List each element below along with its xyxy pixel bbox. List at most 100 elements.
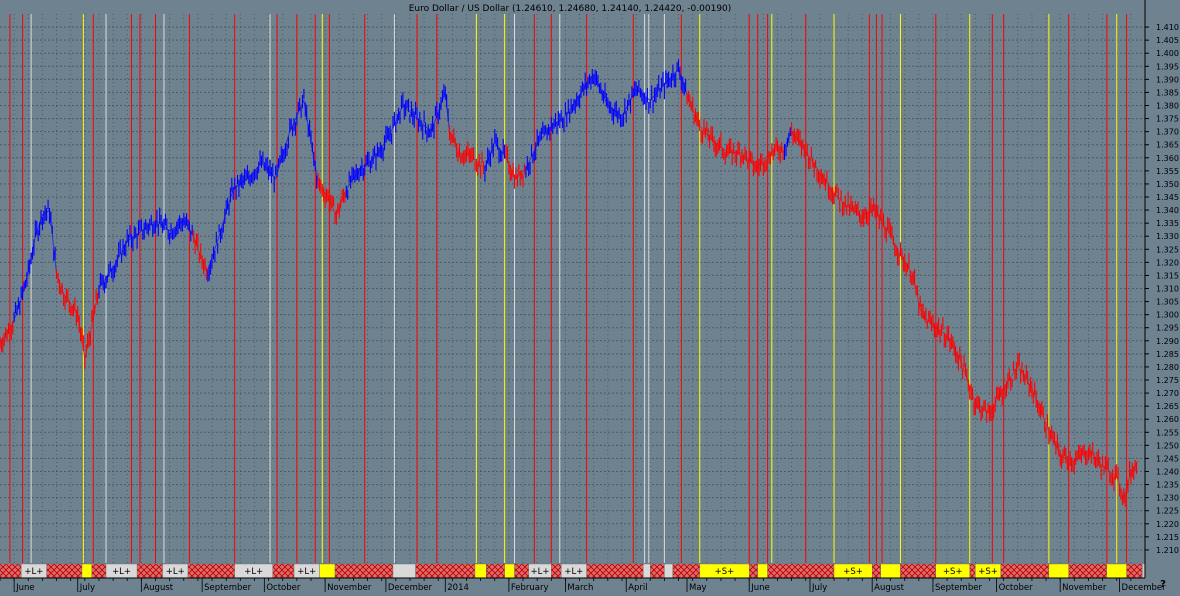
signal-label: +L+ [244,567,263,577]
x-tick-label: April [628,583,647,592]
y-tick-label: 1.395 [1156,62,1179,71]
y-tick-label: 1.305 [1156,298,1179,307]
signal-segment [392,563,416,579]
price-bars [686,90,784,177]
signal-segment [1068,563,1108,579]
price-line [207,98,319,271]
x-tick-label: November [1062,583,1107,592]
grid-lines [0,14,1145,563]
signal-label: +L+ [112,567,131,577]
y-tick-label: 1.390 [1156,75,1179,84]
signal-segment [81,563,93,579]
signal-label: +L+ [166,567,185,577]
x-tick-label: September [204,583,251,592]
y-tick-label: 1.410 [1156,23,1179,32]
signal-segment [871,563,881,579]
price-bars [207,88,318,282]
signal-segment [664,563,674,579]
y-tick-label: 1.245 [1156,454,1179,463]
price-line [449,131,486,169]
signal-bar: +L+ +L+ +L+ +L+ +L+ +L+ +L+ +S+ +S+ +S+ +S+ [0,563,1145,579]
y-tick-label: 1.330 [1156,232,1179,241]
y-tick-label: 1.340 [1156,206,1179,215]
signal-segment [969,563,976,579]
signal-segment [672,563,700,579]
signal-segment [650,563,665,579]
signal-segment [748,563,758,579]
x-tick-label: July [811,583,827,592]
x-tick-label: August [143,583,173,592]
x-tick-label: October [999,583,1034,592]
y-tick-label: 1.335 [1156,219,1179,228]
signal-segment [91,563,107,579]
signal-segment [474,563,487,579]
signal-segment [504,563,515,579]
signal-label: +S+ [843,567,863,577]
y-tick-label: 1.375 [1156,115,1179,124]
y-tick-label: 1.385 [1156,88,1179,97]
signal-segment [514,563,529,579]
price-bars [484,129,506,182]
price-bars [13,199,56,322]
signal-segment [1126,563,1143,579]
y-tick-label: 1.310 [1156,285,1179,294]
x-tick-label: September [935,583,982,592]
price-bars [98,207,193,299]
price-bars [345,84,449,200]
x-tick-label: June [750,583,770,592]
corner-mark: ? [1160,579,1166,590]
y-tick-label: 1.235 [1156,481,1179,490]
signal-label: +S+ [978,567,998,577]
x-tick-label: May [689,583,707,592]
y-tick-label: 1.380 [1156,102,1179,111]
signal-label: +S+ [943,567,963,577]
x-axis: June July August September October November De… [0,577,1166,593]
y-tick-label: 1.220 [1156,520,1179,529]
signal-label: +L+ [564,567,583,577]
price-chart: +L+ +L+ +L+ +L+ +L+ +L+ +L+ +S+ +S+ +S+ +S+ June Ju… [0,0,1179,593]
y-tick-label: 1.250 [1156,441,1179,450]
price-line [56,272,100,360]
x-tick-label: August [874,583,904,592]
y-tick-label: 1.285 [1156,350,1179,359]
y-tick-label: 1.300 [1156,311,1179,320]
x-tick-label: November [327,583,372,592]
x-tick-label: 2014 [447,583,469,592]
chart-title: Euro Dollar / US Dollar (1.24610, 1.2468… [409,4,732,14]
signal-segment [187,563,235,579]
y-tick-label: 1.360 [1156,154,1179,163]
signal-segment [551,563,562,579]
signal-segment [642,563,651,579]
signal-segment [415,563,476,579]
y-tick-label: 1.320 [1156,258,1179,267]
signal-segment [586,563,644,579]
y-tick-label: 1.355 [1156,167,1179,176]
y-tick-label: 1.225 [1156,507,1179,516]
signal-label: +L+ [297,567,316,577]
y-axis: 1.210 1.215 1.220 1.225 1.230 1.235 1.240 1.245… [1144,0,1179,578]
y-tick-label: 1.400 [1156,49,1179,58]
x-tick-label: October [266,583,301,592]
price-series [0,59,1139,507]
y-tick-label: 1.350 [1156,180,1179,189]
signal-segment [1048,563,1069,579]
y-tick-label: 1.230 [1156,494,1179,503]
signal-segment [0,563,22,579]
y-tick-label: 1.295 [1156,324,1179,333]
y-tick-label: 1.240 [1156,468,1179,477]
signal-segment [334,563,394,579]
signal-segment [757,563,768,579]
y-tick-label: 1.370 [1156,128,1179,137]
x-tick-label: July [79,583,95,592]
y-tick-label: 1.260 [1156,415,1179,424]
y-tick-label: 1.265 [1156,402,1179,411]
y-tick-label: 1.345 [1156,193,1179,202]
signal-segment [767,563,835,579]
y-tick-label: 1.210 [1156,546,1179,555]
y-tick-label: 1.255 [1156,428,1179,437]
signal-segment [900,563,936,579]
y-tick-label: 1.215 [1156,533,1179,542]
y-tick-label: 1.280 [1156,363,1179,372]
y-tick-label: 1.315 [1156,271,1179,280]
signal-label: +L+ [530,567,549,577]
